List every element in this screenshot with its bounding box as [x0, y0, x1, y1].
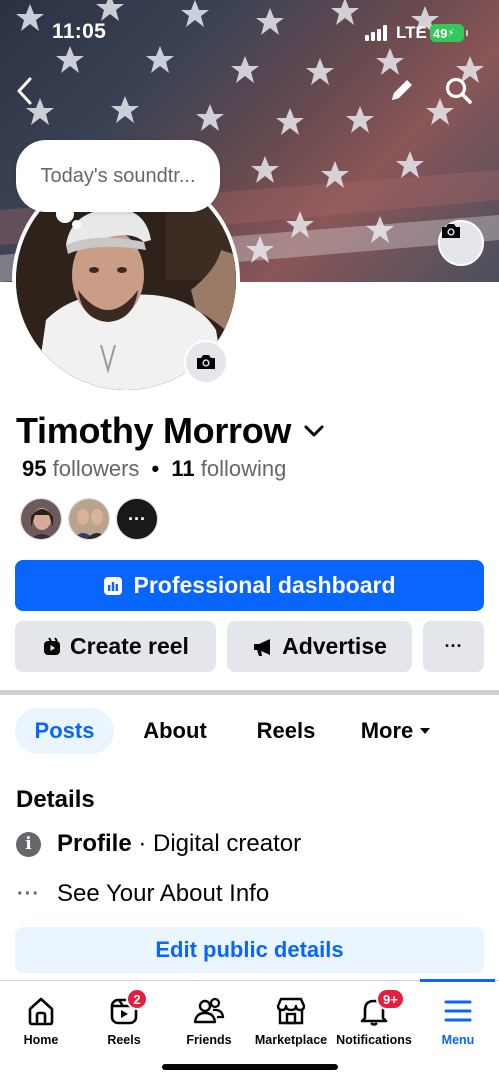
section-divider: [0, 690, 499, 695]
professional-dashboard-label: Professional dashboard: [133, 572, 396, 598]
advertise-label: Advertise: [282, 633, 387, 659]
following-count[interactable]: 11: [171, 456, 194, 481]
tab-posts[interactable]: Posts: [15, 708, 114, 754]
nav-reels[interactable]: 2 Reels: [96, 981, 152, 1051]
nav-menu[interactable]: Menu: [430, 981, 486, 1051]
edit-public-details-button[interactable]: Edit public details: [15, 927, 484, 973]
nav-notifications-label: Notifications: [336, 1033, 412, 1047]
note-bubble[interactable]: Today's soundtr...: [16, 140, 220, 212]
friend-avatar[interactable]: [68, 498, 110, 540]
back-button[interactable]: [14, 76, 50, 112]
home-icon: [28, 997, 54, 1026]
professional-dashboard-button[interactable]: Professional dashboard: [15, 560, 484, 611]
notifications-badge: 9+: [376, 988, 405, 1010]
search-button[interactable]: [444, 76, 480, 112]
tab-about[interactable]: About: [114, 708, 236, 754]
battery-icon: 49 ⚡: [430, 24, 468, 42]
profile-category-row: i Profile · Digital creator: [16, 830, 301, 858]
network-label: LTE: [396, 23, 427, 42]
tab-reels[interactable]: Reels: [236, 708, 336, 754]
friends-avatars: ···: [20, 498, 158, 540]
following-label[interactable]: following: [201, 456, 287, 481]
nav-menu-label: Menu: [441, 1033, 475, 1047]
tab-reels-label: Reels: [256, 718, 316, 743]
megaphone-icon: [254, 638, 271, 656]
marketplace-icon: [276, 997, 306, 1025]
camera-icon: [197, 355, 215, 369]
signal-icon: [365, 25, 387, 41]
status-bar: 11:05 LTE 49 ⚡: [0, 0, 499, 64]
more-friends-button[interactable]: ···: [116, 498, 158, 540]
note-tail: [56, 205, 74, 223]
tab-about-label: About: [143, 718, 207, 743]
create-reel-label: Create reel: [70, 633, 189, 659]
nav-home[interactable]: Home: [12, 981, 70, 1051]
create-reel-button[interactable]: Create reel: [15, 621, 216, 672]
nav-marketplace[interactable]: Marketplace: [252, 981, 330, 1051]
info-icon: i: [16, 831, 41, 857]
edit-cover-photo-button[interactable]: [438, 220, 484, 266]
home-indicator: [162, 1064, 338, 1070]
see-about-info-row[interactable]: ··· See Your About Info: [16, 880, 269, 908]
profile-tabs: Posts About Reels More: [15, 708, 456, 754]
battery-level: 49: [433, 25, 448, 41]
nav-reels-label: Reels: [107, 1033, 141, 1047]
caret-down-icon: [420, 728, 431, 734]
advertise-button[interactable]: Advertise: [227, 621, 412, 672]
chevron-down-icon[interactable]: [303, 424, 325, 438]
chevron-left-icon: [17, 77, 32, 105]
nav-marketplace-label: Marketplace: [254, 1033, 328, 1047]
separator: •: [151, 456, 160, 481]
nav-home-label: Home: [23, 1033, 59, 1047]
follow-stats: 95 followers • 11 following: [22, 456, 286, 482]
dashboard-icon: [104, 576, 123, 595]
menu-icon: [444, 1000, 472, 1022]
tab-more-label: More: [360, 718, 414, 743]
edit-profile-picture-button[interactable]: [184, 340, 228, 384]
more-friends-dots: ···: [128, 508, 146, 529]
more-dots-icon: ···: [17, 882, 40, 905]
see-about-info-label: See Your About Info: [57, 880, 270, 907]
camera-icon: [442, 224, 460, 238]
profile-name-row[interactable]: Timothy Morrow: [16, 410, 325, 452]
reels-badge: 2: [126, 988, 148, 1010]
note-text: Today's soundtr...: [40, 164, 196, 187]
edit-profile-button[interactable]: [388, 76, 424, 112]
more-options-dots: ···: [444, 636, 463, 656]
search-icon: [445, 77, 472, 104]
followers-count[interactable]: 95: [22, 456, 46, 481]
nav-friends[interactable]: Friends: [178, 981, 240, 1051]
status-time: 11:05: [52, 20, 107, 43]
details-heading: Details: [16, 786, 95, 813]
profile-name: Timothy Morrow: [16, 410, 292, 451]
tab-more[interactable]: More: [336, 708, 456, 754]
profile-label: Profile: [57, 830, 132, 857]
friend-avatar[interactable]: [20, 498, 62, 540]
note-tail-small: [72, 220, 81, 229]
reel-icon: [44, 636, 61, 655]
tab-posts-label: Posts: [34, 718, 95, 743]
edit-public-details-label: Edit public details: [155, 937, 344, 962]
profile-category: · Digital creator: [131, 830, 302, 857]
nav-notifications[interactable]: 9+ Notifications: [333, 981, 415, 1051]
nav-friends-label: Friends: [186, 1033, 232, 1047]
more-options-button[interactable]: ···: [423, 621, 484, 672]
followers-label[interactable]: followers: [53, 456, 140, 481]
pencil-icon: [392, 80, 412, 100]
friends-icon: [193, 997, 225, 1024]
